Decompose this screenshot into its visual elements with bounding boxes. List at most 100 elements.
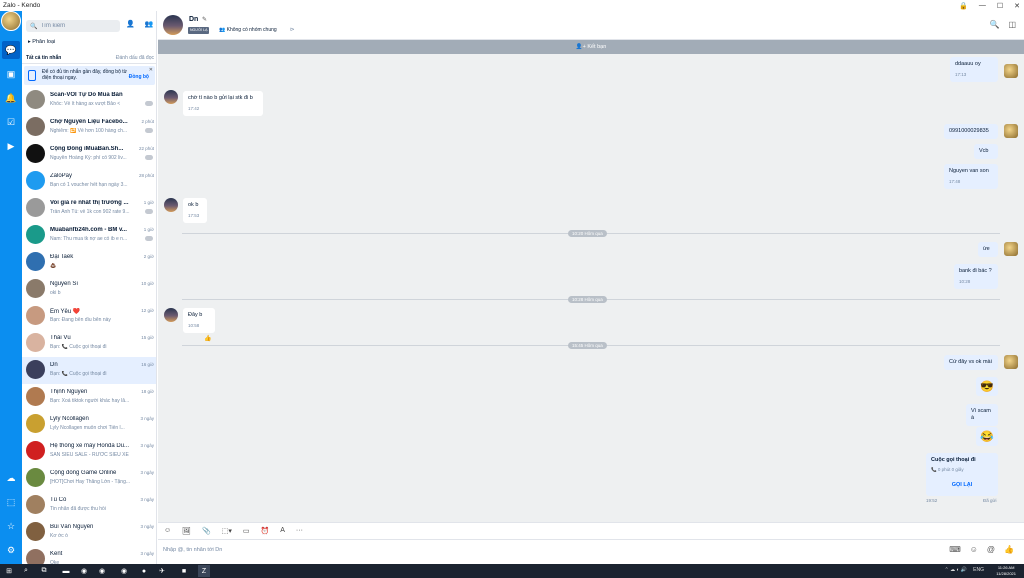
language-indicator[interactable]: ENG <box>973 567 984 573</box>
start-icon[interactable]: ⊞ <box>3 565 15 577</box>
conversation-item[interactable]: Chợ Nguyên Liệu Facebo... Nghiêm: 🔁 Về hơ… <box>22 114 156 141</box>
image-icon[interactable]: 🖼 <box>182 527 191 535</box>
sticker-icon[interactable]: ☺ <box>164 527 171 534</box>
clock[interactable]: 11:26 AM 11/28/2021 <box>996 565 1016 577</box>
conversation-item[interactable]: Cộng Đồng iMuaBan.Sh... Nguyễn Hoàng Kỳ: … <box>22 141 156 168</box>
conversation-item[interactable]: Em Yêu ❤️ Bạn: Đang bên dìu bên này 12 giờ <box>22 303 156 330</box>
conversation-item[interactable]: Bùi Văn Nguyên Kơ ớc ò 3 ngày <box>22 519 156 546</box>
emoji-sticker[interactable]: 😎 <box>976 377 998 396</box>
zalo-taskbar-icon[interactable]: Z <box>198 565 210 577</box>
conversation-item[interactable]: Scan-VOI Tự Do Mua Bán Khốc: Về ít hàng a… <box>22 87 156 114</box>
mark-read-link[interactable]: Đánh dấu đã đọc <box>116 55 154 61</box>
app-icon[interactable]: ◉ <box>118 565 130 577</box>
search-icon: 🔍 <box>30 23 38 30</box>
conversation-item[interactable]: Voi giá rẻ nhất thị trường ... Trần Anh T… <box>22 195 156 222</box>
quick-message-icon[interactable]: ⌨ <box>949 545 961 554</box>
minimize-button[interactable]: — <box>979 2 986 9</box>
close-button[interactable]: ✕ <box>1014 2 1020 10</box>
like-icon[interactable]: 👍 <box>204 335 211 342</box>
call-back-button[interactable]: GỌI LẠI <box>926 482 998 488</box>
emoji-sticker[interactable]: 😂 <box>976 427 998 446</box>
conversation-name: Chợ Nguyên Liệu Facebo... <box>50 119 128 125</box>
reminder-icon[interactable]: ⏰ <box>261 527 270 535</box>
tab-all-messages[interactable]: Tất cả tin nhắn <box>26 55 61 61</box>
task-view-icon[interactable]: ⧉ <box>38 565 50 577</box>
message-text: bank đi bác ? <box>959 268 992 274</box>
add-friend-icon[interactable]: 👤 <box>126 20 135 28</box>
card-icon[interactable]: ▭ <box>243 527 250 535</box>
search-icon[interactable]: 🔍 <box>989 20 999 29</box>
create-group-icon[interactable]: 👥 <box>145 20 154 28</box>
more-icon[interactable]: ··· <box>296 527 303 534</box>
settings-gear-icon[interactable]: ⚙ <box>2 541 20 559</box>
conversation-time: 2 phút <box>141 119 154 124</box>
screenshot-icon[interactable]: ⬚▾ <box>222 527 232 535</box>
message-text: Đây b <box>188 312 203 318</box>
user-avatar[interactable] <box>1 11 21 31</box>
close-icon[interactable]: ✕ <box>149 67 153 73</box>
app-icon[interactable]: ▬ <box>60 565 72 577</box>
message-bubble[interactable]: Nguyen van son 17:48 <box>944 164 998 189</box>
contact-avatar[interactable] <box>163 15 183 35</box>
message-bubble[interactable]: Vcb <box>974 144 998 159</box>
conversation-item[interactable]: Muabanfb24h.com - BM v... Nam: Thu mua tk… <box>22 222 156 249</box>
message-bubble[interactable]: Cứ đây vs ok mài <box>944 355 998 370</box>
conversation-item[interactable]: Cộng đồng Game Online [HOT]Chơi Hay Thắng… <box>22 465 156 492</box>
chat-icon[interactable]: 💬 <box>2 41 20 59</box>
video-icon[interactable]: ▶ <box>2 137 20 155</box>
tray-icons[interactable]: ⌃ ☁ ◐ 🔊 <box>945 567 968 573</box>
conversation-item[interactable]: Hệ thống xe máy Honda Du... SĂN SIÊU SALE… <box>22 438 156 465</box>
todo-icon[interactable]: ☑ <box>2 113 20 131</box>
emoji-icon[interactable]: ☺ <box>970 545 978 554</box>
contact-name[interactable]: Dn <box>189 16 198 23</box>
conversation-item[interactable]: Đại Taek 💩 2 giờ <box>22 249 156 276</box>
sync-button[interactable]: Đồng bộ <box>129 74 149 80</box>
message-bubble[interactable]: chờ tí nào b gửi lại stk đi b 17:42 <box>183 91 263 116</box>
message-bubble[interactable]: ddaauu oy 17:13 <box>950 57 998 82</box>
sidebar-toggle-icon[interactable]: ◫ <box>1008 20 1016 29</box>
message-bubble[interactable]: Vì scam à <box>966 404 998 426</box>
mention-icon[interactable]: @ <box>987 545 995 554</box>
conversation-avatar <box>26 171 45 190</box>
conversation-name: Lyly Ncollagen <box>50 416 89 422</box>
time-divider-label: 10:20 Hôm qua <box>568 230 607 237</box>
attach-icon[interactable]: 📎 <box>202 527 211 535</box>
app-icon[interactable]: ◉ <box>78 565 90 577</box>
category-toggle[interactable]: ▸ Phân loại <box>28 39 55 45</box>
bell-icon[interactable]: 🔔 <box>2 89 20 107</box>
thumbs-up-icon[interactable]: 👍 <box>1004 545 1014 554</box>
search-box[interactable]: 🔍 <box>26 20 120 32</box>
conversation-item[interactable]: Dn Bạn: 📞 Cuộc gọi thoại đi 16 giờ <box>22 357 156 384</box>
unread-badge <box>145 128 153 133</box>
app-icon[interactable]: ■ <box>178 565 190 577</box>
app-icon[interactable]: ✈ <box>156 565 168 577</box>
contacts-icon[interactable]: ▣ <box>2 65 20 83</box>
maximize-button[interactable]: ☐ <box>997 2 1003 10</box>
chat-header: Dn ✎ NGƯỜI LẠ 👥 Không có nhóm chung ⊳ 🔍 … <box>158 11 1024 40</box>
cloud-icon[interactable]: ☁ <box>2 469 20 487</box>
lock-icon[interactable]: 🔒 <box>959 2 968 10</box>
conversation-item[interactable]: Thái Vũ Bạn: 📞 Cuộc gọi thoại đi 15 giờ <box>22 330 156 357</box>
message-bubble[interactable]: ừe <box>978 242 998 257</box>
conversation-item[interactable]: Tú Cò Tin nhắn đã được thu hồi 3 ngày <box>22 492 156 519</box>
format-icon[interactable]: A <box>280 527 285 534</box>
search-input[interactable] <box>40 23 120 29</box>
message-input[interactable] <box>163 547 863 553</box>
conversation-item[interactable]: Kent Oke 3 ngày <box>22 546 156 564</box>
message-bubble[interactable]: ok b 17:53 <box>183 198 207 223</box>
conversation-item[interactable]: ZaloPay Bạn có 1 voucher hết hạn ngày 3..… <box>22 168 156 195</box>
message-bubble[interactable]: 0991000029835 <box>944 124 998 139</box>
app-icon[interactable]: ● <box>138 565 150 577</box>
add-friend-banner[interactable]: 👤+ Kết bạn <box>158 40 1024 54</box>
star-icon[interactable]: ☆ <box>2 517 20 535</box>
edit-name-icon[interactable]: ✎ <box>202 16 207 23</box>
tag-icon[interactable]: ⊳ <box>290 27 295 33</box>
conversation-item[interactable]: Nguyễn Sĩ oki b 10 giờ <box>22 276 156 303</box>
search-icon[interactable]: ⌕ <box>20 565 32 577</box>
conversation-item[interactable]: Thịnh Nguyễn Bạn: Xoá tiktok người khác h… <box>22 384 156 411</box>
screenshot-icon[interactable]: ⬚ <box>2 493 20 511</box>
app-icon[interactable]: ◉ <box>96 565 108 577</box>
message-bubble[interactable]: Đây b 10:58 <box>183 308 215 333</box>
conversation-item[interactable]: Lyly Ncollagen Lyly Ncollagen muốn chơi T… <box>22 411 156 438</box>
message-bubble[interactable]: bank đi bác ? 10:28 <box>954 264 998 289</box>
